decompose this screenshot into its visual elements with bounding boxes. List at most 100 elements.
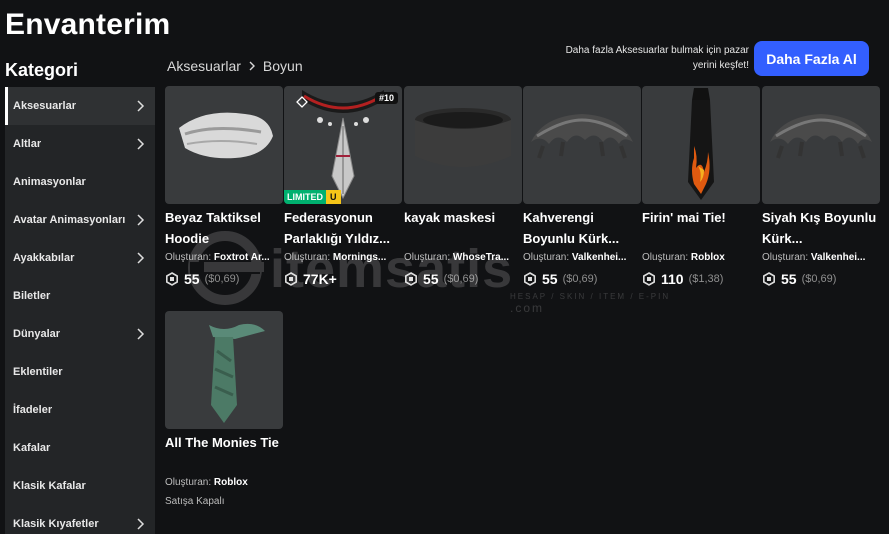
item-name[interactable]: Federasyonun Parlaklığı Yıldız... [284, 207, 402, 249]
item-thumbnail[interactable] [642, 86, 760, 204]
category-title: Kategori [5, 60, 79, 80]
creator-prefix: Oluşturan: [165, 477, 212, 488]
breadcrumb: Aksesuarlar Boyun [167, 58, 303, 74]
sidebar-item-label: Altlar [13, 138, 42, 150]
limited-label: LIMITED [284, 190, 326, 204]
get-more-button[interactable]: Daha Fazla Al [754, 41, 869, 76]
robux-icon [643, 272, 655, 286]
item-creator: Oluşturan: Roblox [642, 252, 760, 266]
sidebar-item-label: Dünyalar [13, 328, 61, 340]
item-name[interactable]: Siyah Kış Boyunlu Kürk... [762, 207, 880, 249]
robux-icon [524, 272, 536, 286]
item-thumbnail[interactable] [165, 311, 283, 429]
sidebar-item[interactable]: Klasik Kafalar [5, 467, 155, 505]
item-card[interactable]: kayak maskesi Oluşturan: WhoseTra... 55 ($0… [404, 86, 522, 289]
creator-name[interactable]: Foxtrot Ar... [214, 252, 270, 263]
item-creator: Oluşturan: Mornings... [284, 252, 402, 266]
item-card[interactable]: #10 LIMITED U Federasyonun Parlaklığı Yıldı… [284, 86, 402, 289]
sidebar-item-label: Aksesuarlar [13, 100, 76, 112]
item-thumbnail[interactable] [404, 86, 522, 204]
item-card[interactable]: Firin' mai Tie! Oluşturan: Roblox 110 ($1,3… [642, 86, 760, 289]
item-creator: Oluşturan: Foxtrot Ar... [165, 252, 283, 266]
sidebar-item-label: Avatar Animasyonları [13, 214, 126, 226]
page-title: Envanterim [5, 8, 171, 41]
sidebar-item[interactable]: Ayakkabılar [5, 239, 155, 277]
sidebar-item-label: Klasik Kıyafetler [13, 518, 99, 530]
item-thumbnail[interactable] [762, 86, 880, 204]
creator-name[interactable]: Valkenhei... [572, 252, 626, 263]
watermark-sub-text: HESAP / SKIN / ITEM / E-PIN [510, 292, 671, 301]
white-hood-icon [165, 112, 283, 204]
item-card[interactable]: All The Monies Tie Oluşturan: Roblox Satış… [165, 311, 283, 507]
price-value: 110 [661, 271, 684, 287]
ski-mask-icon [404, 108, 522, 204]
creator-prefix: Oluşturan: [404, 252, 451, 263]
item-price: 55 ($0,69) [165, 269, 283, 289]
inventory-page: Envanterim Kategori Aksesuarlar Altlar Ani… [0, 0, 889, 534]
sidebar-item[interactable]: Animasyonlar [5, 163, 155, 201]
sidebar-item-label: Klasik Kafalar [13, 480, 86, 492]
item-card[interactable]: Kahverengi Boyunlu Kürk... Oluşturan: Val… [523, 86, 641, 289]
sidebar-item[interactable]: Kafalar [5, 429, 155, 467]
offsale-label: Satışa Kapalı [165, 496, 225, 507]
price-value: 55 [423, 271, 439, 287]
item-name[interactable]: Beyaz Taktiksel Hoodie [165, 207, 283, 249]
price-usd: ($1,38) [688, 273, 724, 285]
fur-collar-icon [762, 114, 880, 204]
robux-icon [405, 272, 417, 286]
price-usd: ($0,69) [204, 273, 240, 285]
item-name[interactable]: Kahverengi Boyunlu Kürk... [523, 207, 641, 249]
sidebar-item[interactable]: Klasik Kıyafetler [5, 505, 155, 534]
item-price: 55 ($0,69) [404, 269, 522, 289]
item-name[interactable]: Firin' mai Tie! [642, 207, 760, 249]
item-thumbnail[interactable]: #10 LIMITED U [284, 86, 402, 204]
sidebar-item[interactable]: Avatar Animasyonları [5, 201, 155, 239]
creator-name[interactable]: Valkenhei... [811, 252, 865, 263]
creator-prefix: Oluşturan: [165, 252, 212, 263]
item-price: 55 ($0,69) [523, 269, 641, 289]
item-card[interactable]: Siyah Kış Boyunlu Kürk... Oluşturan: Valk… [762, 86, 880, 289]
creator-prefix: Oluşturan: [762, 252, 809, 263]
creator-prefix: Oluşturan: [523, 252, 570, 263]
chevron-right-icon [137, 252, 145, 264]
money-tie-icon [165, 323, 283, 429]
price-value: 55 [542, 271, 558, 287]
item-creator: Oluşturan: WhoseTra... [404, 252, 522, 266]
sidebar-item-label: Kafalar [13, 442, 51, 454]
item-thumbnail[interactable] [523, 86, 641, 204]
chevron-right-icon [137, 518, 145, 530]
item-creator: Oluşturan: Valkenhei... [762, 252, 880, 266]
creator-prefix: Oluşturan: [642, 252, 689, 263]
limited-badge: LIMITED U [284, 190, 341, 204]
breadcrumb-current: Boyun [262, 58, 303, 74]
watermark-sub: HESAP / SKIN / ITEM / E-PIN .com [510, 292, 700, 315]
creator-name[interactable]: WhoseTra... [453, 252, 509, 263]
creator-name[interactable]: Roblox [691, 252, 725, 263]
price-value: 77K+ [303, 271, 337, 287]
item-name[interactable]: kayak maskesi [404, 207, 522, 249]
sidebar-item[interactable]: Eklentiler [5, 353, 155, 391]
breadcrumb-parent[interactable]: Aksesuarlar [167, 58, 241, 74]
price-usd: ($0,69) [443, 273, 479, 285]
sidebar-item[interactable]: Dünyalar [5, 315, 155, 353]
flame-tie-icon [642, 88, 760, 204]
item-name[interactable]: All The Monies Tie [165, 432, 283, 474]
sidebar-item-label: Eklentiler [13, 366, 63, 378]
sidebar-item[interactable]: Biletler [5, 277, 155, 315]
price-value: 55 [184, 271, 200, 287]
item-card[interactable]: Beyaz Taktiksel Hoodie Oluşturan: Foxtrot… [165, 86, 283, 289]
diamond-icon [296, 96, 308, 108]
item-thumbnail[interactable] [165, 86, 283, 204]
item-price: 110 ($1,38) [642, 269, 760, 289]
creator-name[interactable]: Roblox [214, 477, 248, 488]
chevron-right-icon [137, 328, 145, 340]
sidebar-item[interactable]: Aksesuarlar [5, 87, 155, 125]
creator-name[interactable]: Mornings... [333, 252, 386, 263]
sidebar-item[interactable]: İfadeler [5, 391, 155, 429]
promo-text: Daha fazla Aksesuarlar bulmak için pazar… [565, 45, 749, 71]
sidebar-item-label: İfadeler [13, 404, 53, 416]
robux-icon [166, 272, 178, 286]
robux-icon [763, 272, 775, 286]
chevron-right-icon [137, 138, 145, 150]
sidebar-item[interactable]: Altlar [5, 125, 155, 163]
